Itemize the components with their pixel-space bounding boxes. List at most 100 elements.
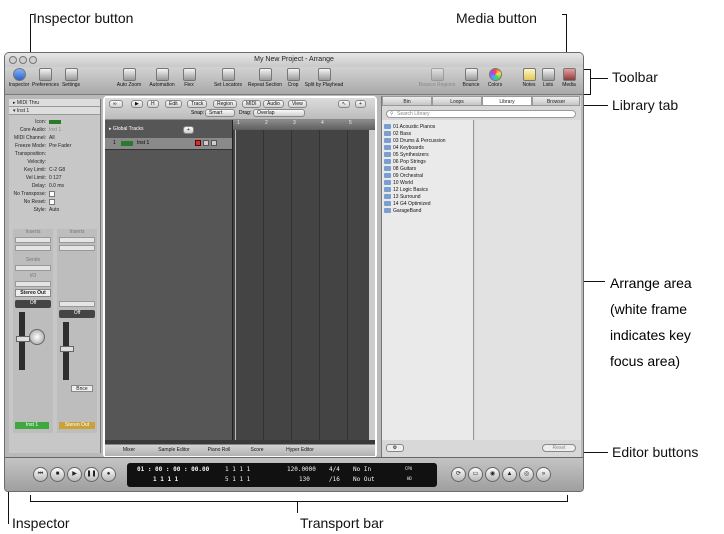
param-row[interactable]: Core Audio: Inst 1 [9, 126, 100, 134]
lcd-display[interactable]: 01 : 00 : 00 : 00.00 1 1 1 1 1 1 1 1 5 1… [127, 463, 437, 487]
hide-button[interactable]: H [147, 100, 159, 108]
inspector-button[interactable]: Inspector [8, 68, 30, 88]
library-item[interactable]: 02 Bass [384, 131, 411, 138]
send-slot[interactable] [15, 265, 51, 271]
set-locators-button[interactable]: Set Locators [213, 68, 243, 88]
pointer-tool-icon[interactable]: ↖ [338, 100, 351, 108]
param-row[interactable]: Freeze Mode: Pre Fader [9, 142, 100, 150]
notes-button[interactable]: Notes [521, 68, 537, 88]
checkbox[interactable] [49, 191, 55, 197]
play-button[interactable]: ▶ [67, 467, 82, 482]
automation-button[interactable]: Automation [147, 68, 177, 88]
playhead[interactable] [235, 130, 236, 440]
library-item[interactable]: 05 Synthesizers [384, 152, 429, 159]
sample-editor-button[interactable]: Sample Editor [151, 447, 197, 453]
flex-button[interactable]: Flex [181, 68, 197, 88]
param-row[interactable]: No Reset: [9, 198, 100, 206]
library-item[interactable]: 14 G4 Optimized [384, 201, 431, 208]
insert-slot[interactable] [15, 245, 51, 251]
bounce-button[interactable]: Bounce [461, 68, 481, 88]
library-action-button[interactable]: ⚙ [386, 444, 404, 452]
link-button[interactable]: ∞ [109, 100, 123, 108]
timeline[interactable]: 1 2 3 4 5 [233, 120, 375, 440]
replace-button[interactable]: ▭ [468, 467, 483, 482]
close-window-icon[interactable] [9, 56, 17, 64]
catch-button[interactable]: ▶ [131, 100, 143, 108]
minimize-window-icon[interactable] [19, 56, 27, 64]
param-row[interactable]: MIDI Channel: All [9, 134, 100, 142]
pause-button[interactable]: ❚❚ [84, 467, 99, 482]
colors-button[interactable]: Colors [485, 68, 505, 88]
score-button[interactable]: Score [243, 447, 271, 453]
go-to-beginning-button[interactable]: ⏮ [33, 467, 48, 482]
param-row[interactable]: Key Limit: C-2 G8 [9, 166, 100, 174]
settings-button[interactable]: Settings [60, 68, 82, 88]
lists-button[interactable]: Lists [540, 68, 556, 88]
search-field[interactable]: ⚲ Search Library [386, 110, 576, 118]
repeat-section-button[interactable]: Repeat Section [247, 68, 283, 88]
tab-library[interactable]: Library [482, 96, 532, 106]
global-tracks-header[interactable]: ▸ Global Tracks [109, 126, 143, 132]
preferences-button[interactable]: Preferences [32, 68, 59, 88]
stereo-out-button[interactable]: Stereo Out [15, 289, 51, 297]
param-row[interactable]: Vel Limit: 0 127 [9, 174, 100, 182]
mixer-button[interactable]: Mixer [115, 447, 143, 453]
output-slot[interactable] [15, 281, 51, 287]
mute-button[interactable] [203, 140, 209, 146]
snap-select[interactable]: Smart [205, 109, 235, 117]
automation-off[interactable]: Off [59, 310, 95, 318]
more-button[interactable]: » [536, 467, 551, 482]
param-row[interactable]: Velocity: [9, 158, 100, 166]
param-row[interactable]: Style: Auto [9, 206, 100, 214]
menu-track[interactable]: Track [187, 100, 208, 108]
library-item[interactable]: 08 Guitars [384, 166, 416, 173]
reset-button[interactable]: Reset [542, 444, 576, 452]
fader-track[interactable] [60, 322, 74, 380]
bar-ruler[interactable]: 1 2 3 4 5 [233, 120, 375, 130]
tab-loops[interactable]: Loops [432, 96, 482, 106]
midi-thru-header[interactable]: ▸ MIDI Thru [9, 99, 100, 107]
hyper-editor-button[interactable]: Hyper Editor [277, 447, 323, 453]
library-item[interactable]: 12 Logic Basics [384, 187, 428, 194]
library-item[interactable]: 01 Acoustic Pianos [384, 124, 435, 131]
tuner-button[interactable]: ◎ [519, 467, 534, 482]
metronome-icon[interactable]: ▲ [502, 467, 517, 482]
record-button[interactable]: ● [101, 467, 116, 482]
new-track-button[interactable]: + [183, 126, 194, 134]
auto-zoom-button[interactable]: Auto Zoom [115, 68, 143, 88]
param-row[interactable]: Delay: 0.0 ms [9, 182, 100, 190]
tab-bin[interactable]: Bin [382, 96, 432, 106]
fader-handle[interactable] [16, 336, 30, 342]
zoom-window-icon[interactable] [29, 56, 37, 64]
vertical-zoom-slider[interactable] [369, 130, 375, 440]
pencil-tool-icon[interactable]: + [355, 100, 366, 108]
library-item[interactable]: 03 Drums & Percussion [384, 138, 446, 145]
fader-handle[interactable] [60, 346, 74, 352]
piano-roll-button[interactable]: Piano Roll [201, 447, 237, 453]
menu-edit[interactable]: Edit [165, 100, 182, 108]
param-row[interactable]: Transposition: [9, 150, 100, 158]
library-item[interactable]: 04 Keyboards [384, 145, 424, 152]
bounce-button-strip[interactable]: Bnce [71, 385, 93, 392]
region-header[interactable]: ▾ Inst 1 [9, 107, 100, 115]
menu-audio[interactable]: Audio [263, 100, 284, 108]
drag-select[interactable]: Overlap [253, 109, 305, 117]
library-item[interactable]: 06 Pop Strings [384, 159, 426, 166]
output-slot[interactable] [59, 301, 95, 307]
tab-browser[interactable]: Browser [532, 96, 580, 106]
insert-slot[interactable] [15, 237, 51, 243]
bounce-regions-button[interactable]: Bounce Regions [417, 68, 457, 88]
menu-view[interactable]: View [288, 100, 307, 108]
insert-slot[interactable] [59, 245, 95, 251]
record-enable-button[interactable] [195, 140, 201, 146]
crop-button[interactable]: Crop [285, 68, 301, 88]
param-row[interactable]: Icon: [9, 118, 100, 126]
media-button[interactable]: Media [560, 68, 578, 88]
pan-knob[interactable] [29, 329, 45, 345]
solo-button[interactable] [211, 140, 217, 146]
track-row[interactable]: 1 Inst 1 [105, 138, 232, 150]
menu-midi[interactable]: MIDI [242, 100, 261, 108]
library-item[interactable]: GarageBand [384, 208, 421, 215]
punch-button[interactable]: ◉ [485, 467, 500, 482]
library-item[interactable]: 10 World [384, 180, 413, 187]
